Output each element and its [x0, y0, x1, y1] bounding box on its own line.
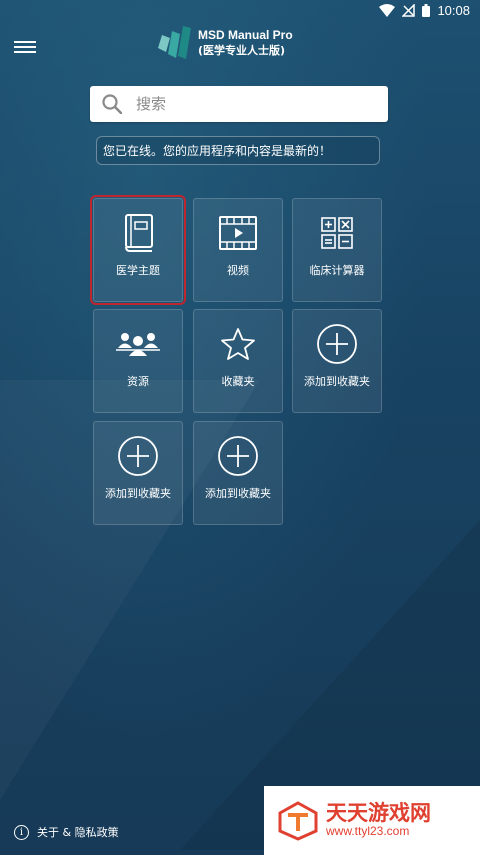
online-status-banner: 您已在线。您的应用程序和内容是最新的！	[96, 136, 380, 165]
search-input[interactable]	[134, 94, 368, 114]
logo-mark-icon	[158, 26, 191, 59]
about-privacy-label: 关于 & 隐私政策	[37, 826, 119, 839]
online-status-text: 您已在线。您的应用程序和内容是最新的！	[103, 144, 332, 158]
about-privacy-link[interactable]: i 关于 & 隐私政策	[14, 824, 119, 840]
tile-label: 资源	[127, 375, 149, 388]
tile-favorites[interactable]: 收藏夹	[193, 309, 283, 413]
star-icon	[221, 328, 255, 360]
status-bar: 10:08	[0, 0, 480, 24]
tile-label: 收藏夹	[221, 375, 255, 388]
calculator-icon	[321, 217, 353, 249]
info-icon: i	[14, 824, 29, 840]
no-signal-icon	[402, 4, 416, 17]
plus-circle-icon	[317, 324, 357, 364]
battery-icon	[422, 4, 431, 17]
film-icon	[219, 216, 257, 250]
app-name: MSD Manual Pro	[198, 28, 293, 43]
tile-add-favorite[interactable]: 添加到收藏夹	[292, 309, 382, 413]
menu-button[interactable]	[14, 38, 36, 56]
book-icon	[125, 214, 153, 252]
people-icon	[116, 333, 160, 356]
watermark-url: www.ttyl23.com	[326, 824, 410, 839]
tile-medical-topics[interactable]: 医学主题	[90, 195, 186, 305]
plus-circle-icon	[118, 436, 158, 476]
tile-videos[interactable]: 视频	[193, 198, 283, 302]
tile-label: 添加到收藏夹	[205, 487, 271, 500]
wifi-icon	[379, 4, 396, 17]
search-bar[interactable]	[90, 86, 388, 122]
tile-label: 视频	[227, 264, 249, 277]
status-time: 10:08	[437, 3, 470, 18]
site-watermark: 天天游戏网 www.ttyl23.com	[264, 786, 480, 855]
app-logo: MSD Manual Pro (医学专业人士版)	[156, 26, 293, 60]
tile-add-favorite[interactable]: 添加到收藏夹	[93, 421, 183, 525]
tile-resources[interactable]: 资源	[93, 309, 183, 413]
app-edition: (医学专业人士版)	[198, 43, 286, 57]
search-icon	[102, 94, 122, 114]
tile-label: 添加到收藏夹	[304, 375, 370, 388]
tile-label: 医学主题	[116, 264, 160, 277]
tile-label: 添加到收藏夹	[105, 487, 171, 500]
plus-circle-icon	[218, 436, 258, 476]
hamburger-icon	[14, 41, 36, 43]
tile-clinical-calculators[interactable]: 临床计算器	[292, 198, 382, 302]
watermark-logo-icon	[278, 800, 318, 841]
tile-label: 临床计算器	[309, 264, 365, 277]
watermark-title: 天天游戏网	[326, 801, 431, 826]
tile-add-favorite[interactable]: 添加到收藏夹	[193, 421, 283, 525]
